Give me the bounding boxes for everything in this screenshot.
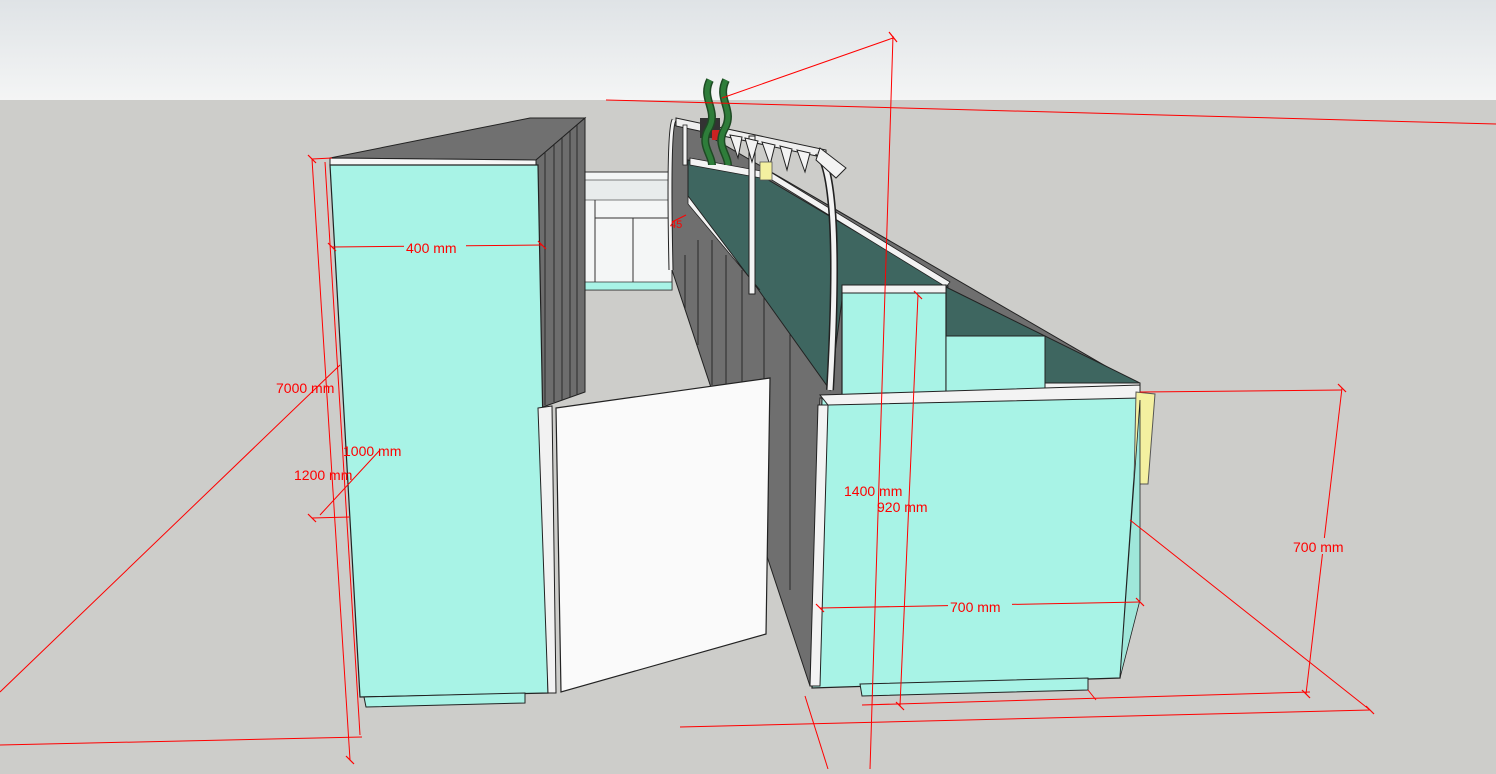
dim-label-small: 45 — [670, 219, 682, 231]
dim-label-1400: 1400 mm — [844, 483, 902, 499]
dim-label-1200: 1200 mm — [294, 467, 352, 483]
sketchup-viewport[interactable]: 400 mm 7000 mm 1000 mm 1200 mm 1400 mm 9… — [0, 0, 1496, 770]
dim-label-920: 920 mm — [877, 499, 928, 515]
model-drawing: 400 mm 7000 mm 1000 mm 1200 mm 1400 mm 9… — [0, 0, 1496, 770]
far-end-frame — [584, 171, 673, 291]
dim-label-400: 400 mm — [406, 240, 457, 256]
dim-label-7000: 7000 mm — [276, 380, 334, 396]
dim-label-700-width: 700 mm — [950, 599, 1001, 615]
dim-label-700-height: 700 mm — [1293, 539, 1344, 555]
left-cabinet-inner-side — [535, 116, 586, 409]
left-cabinet — [329, 116, 587, 708]
dim-label-1000: 1000 mm — [343, 443, 401, 459]
sky — [0, 0, 1496, 100]
